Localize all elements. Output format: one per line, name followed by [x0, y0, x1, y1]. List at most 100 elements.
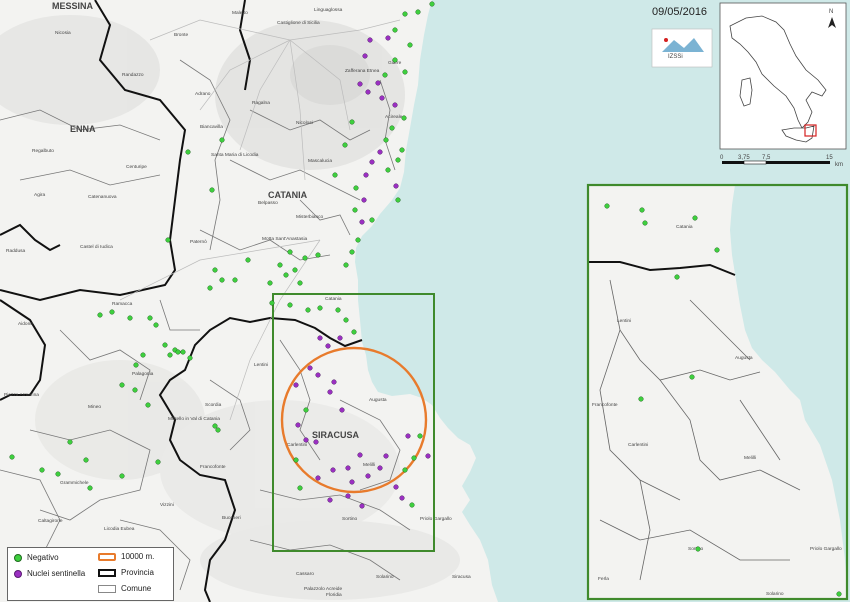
negativo-point: [297, 280, 303, 286]
negativo-point: [277, 262, 283, 268]
logo-panel: IZSSi: [651, 28, 713, 68]
nuclei-sentinella-point: [327, 497, 333, 503]
nuclei-sentinella-point: [359, 503, 365, 509]
negativo-point: [343, 262, 349, 268]
negativo-point: [399, 147, 405, 153]
province-label-siracusa: SIRACUSA: [312, 430, 360, 440]
place-label: Regalbuto: [32, 148, 54, 154]
negativo-point: [147, 315, 153, 321]
place-label: Carlentini: [287, 442, 307, 448]
province-label-messina: MESSINA: [52, 1, 94, 11]
place-label: Ramacca: [112, 301, 133, 307]
negativo-point: [83, 457, 89, 463]
nuclei-sentinella-point: [385, 35, 391, 41]
legend-label: 10000 m.: [121, 552, 155, 561]
place-label: Palagonia: [132, 371, 154, 377]
place-label: Licodia Eubea: [104, 526, 135, 532]
negativo-point: [836, 591, 842, 597]
negativo-point: [9, 454, 15, 460]
nuclei-sentinella-point: [345, 493, 351, 499]
negativo-point: [245, 257, 251, 263]
negativo-point: [292, 267, 298, 273]
place-label: Acireale: [385, 114, 403, 120]
legend-label: Provincia: [121, 568, 154, 577]
negativo-point: [392, 57, 398, 63]
place-label: Lentini: [617, 318, 631, 324]
place-label: Linguaglossa: [314, 7, 343, 13]
place-label: Militello in Val di Catania: [168, 416, 220, 422]
nuclei-sentinella-point: [317, 335, 323, 341]
negativo-point: [133, 362, 139, 368]
place-label: Vizzini: [160, 502, 174, 508]
negativo-point: [165, 237, 171, 243]
negativo-point: [97, 312, 103, 318]
purple-dot-icon: [14, 569, 22, 578]
place-label: Randazzo: [122, 72, 144, 78]
negativo-point: [349, 119, 355, 125]
negativo-point: [303, 407, 309, 413]
negativo-point: [215, 427, 221, 433]
place-label: Cassaro: [296, 571, 314, 577]
negativo-point: [342, 142, 348, 148]
nuclei-sentinella-point: [362, 53, 368, 59]
place-label: Solarino: [376, 574, 394, 580]
place-label: Melilli: [363, 462, 375, 468]
comune-swatch-icon: [98, 584, 116, 593]
negativo-point: [140, 352, 146, 358]
inset-map: Catania Lentini Augusta Carlentini Franc…: [586, 183, 849, 601]
negativo-point: [382, 72, 388, 78]
scale-tick: 7,5: [762, 155, 771, 161]
nuclei-sentinella-point: [327, 389, 333, 395]
nuclei-sentinella-point: [405, 433, 411, 439]
negativo-point: [395, 197, 401, 203]
place-label: Buccheri: [222, 515, 241, 521]
nuclei-sentinella-point: [365, 89, 371, 95]
negativo-point: [355, 237, 361, 243]
place-label: Sortino: [342, 516, 358, 522]
negativo-point: [119, 473, 125, 479]
negativo-point: [674, 274, 680, 280]
scale-tick: 3,75: [738, 155, 750, 161]
negativo-point: [689, 374, 695, 380]
nuclei-sentinella-point: [375, 80, 381, 86]
place-label: Castel di Iudica: [80, 244, 113, 250]
negativo-point: [232, 277, 238, 283]
negativo-point: [153, 322, 159, 328]
negativo-point: [714, 247, 720, 253]
place-label: Castiglione di Sicilia: [277, 20, 320, 26]
legend-item-nuclei: Nuclei sentinella: [14, 569, 85, 578]
negativo-point: [219, 137, 225, 143]
negativo-point: [209, 187, 215, 193]
place-label: Ragalna: [252, 100, 270, 106]
negativo-point: [407, 42, 413, 48]
place-label: Grammichele: [60, 480, 89, 486]
legend-item-provincia: Provincia: [98, 568, 154, 577]
nuclei-sentinella-point: [303, 437, 309, 443]
nuclei-sentinella-point: [365, 473, 371, 479]
map-date: 09/05/2016: [652, 6, 708, 18]
place-label: Solarino: [766, 591, 784, 597]
scale-unit: km: [835, 162, 843, 168]
place-label: Priolo Gargallo: [810, 546, 842, 552]
nuclei-sentinella-point: [393, 484, 399, 490]
place-label: Raddusa: [6, 248, 26, 254]
nuclei-sentinella-point: [339, 407, 345, 413]
place-label: Zafferana Etnea: [345, 68, 380, 74]
nuclei-sentinella-point: [363, 172, 369, 178]
negativo-point: [332, 172, 338, 178]
negativo-point: [349, 249, 355, 255]
negativo-point: [692, 215, 698, 221]
province-label-catania: CATANIA: [268, 190, 308, 200]
negativo-point: [383, 137, 389, 143]
nuclei-sentinella-point: [337, 335, 343, 341]
negativo-point: [639, 207, 645, 213]
nuclei-sentinella-point: [307, 365, 313, 371]
negativo-point: [297, 485, 303, 491]
negativo-point: [305, 307, 311, 313]
negativo-point: [287, 302, 293, 308]
place-label: Nicosia: [55, 30, 71, 36]
negativo-point: [415, 9, 421, 15]
place-label: Agira: [34, 192, 46, 198]
nuclei-sentinella-point: [331, 379, 337, 385]
negativo-point: [132, 387, 138, 393]
